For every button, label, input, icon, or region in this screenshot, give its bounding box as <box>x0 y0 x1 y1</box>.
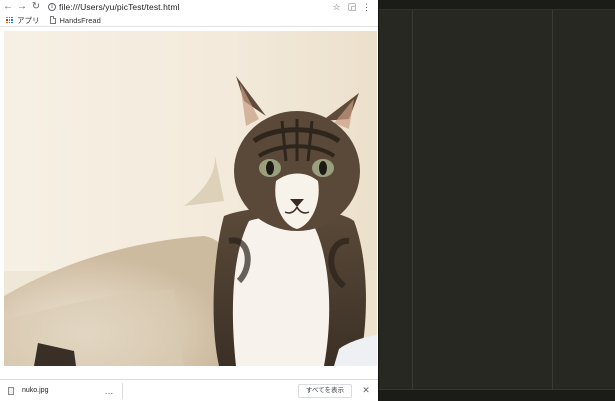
editor-guide-line <box>552 10 553 389</box>
url-text[interactable]: file:///Users/yu/picTest/test.html <box>59 2 180 12</box>
kebab-menu-icon: ⋮ <box>362 1 371 12</box>
bookmark-handsfread[interactable]: HandsFread <box>49 15 101 25</box>
download-shelf: nuko.jpg … すべてを表示 ✕ <box>0 379 378 401</box>
show-all-button[interactable]: すべてを表示 <box>297 383 352 398</box>
cat-image <box>4 31 377 366</box>
bookmark-star-button[interactable]: ☆ <box>329 0 344 14</box>
star-icon: ☆ <box>332 1 341 12</box>
close-icon[interactable]: ✕ <box>360 385 372 396</box>
reload-icon: ↻ <box>31 1 41 12</box>
editor-status-bar <box>378 389 615 401</box>
code-editor-panel <box>378 0 615 401</box>
bookmark-apps[interactable]: アプリ <box>6 15 40 26</box>
divider <box>122 382 123 399</box>
back-button[interactable]: ← <box>1 0 15 14</box>
bookmarks-bar: アプリ HandsFread <box>0 14 378 27</box>
toolbar-right-icons: ☆ ⋮ <box>329 0 374 14</box>
editor-guide-line <box>412 10 413 389</box>
file-icon <box>8 386 14 395</box>
browser-toolbar: ← → ↻ i file:///Users/yu/picTest/test.ht… <box>0 0 378 14</box>
bookmark-label: HandsFread <box>59 15 101 25</box>
arrow-left-icon: ← <box>3 1 13 12</box>
menu-button[interactable]: ⋮ <box>359 0 374 14</box>
download-filename[interactable]: nuko.jpg <box>22 387 102 394</box>
editor-top-bar <box>378 0 615 10</box>
forward-button[interactable]: → <box>15 0 29 14</box>
extension-button[interactable] <box>344 0 359 14</box>
browser-window: ← → ↻ i file:///Users/yu/picTest/test.ht… <box>0 0 378 401</box>
address-bar[interactable]: i file:///Users/yu/picTest/test.html <box>48 0 329 14</box>
apps-grid-icon <box>6 16 13 24</box>
download-more-button[interactable]: … <box>102 386 116 395</box>
cat-photo <box>4 31 377 366</box>
reload-button[interactable]: ↻ <box>29 0 43 14</box>
page-icon <box>49 16 56 24</box>
page-content <box>0 28 378 379</box>
bookmark-label: アプリ <box>17 15 40 25</box>
extension-icon <box>347 3 356 11</box>
arrow-right-icon: → <box>17 1 27 12</box>
info-icon[interactable]: i <box>48 3 56 11</box>
